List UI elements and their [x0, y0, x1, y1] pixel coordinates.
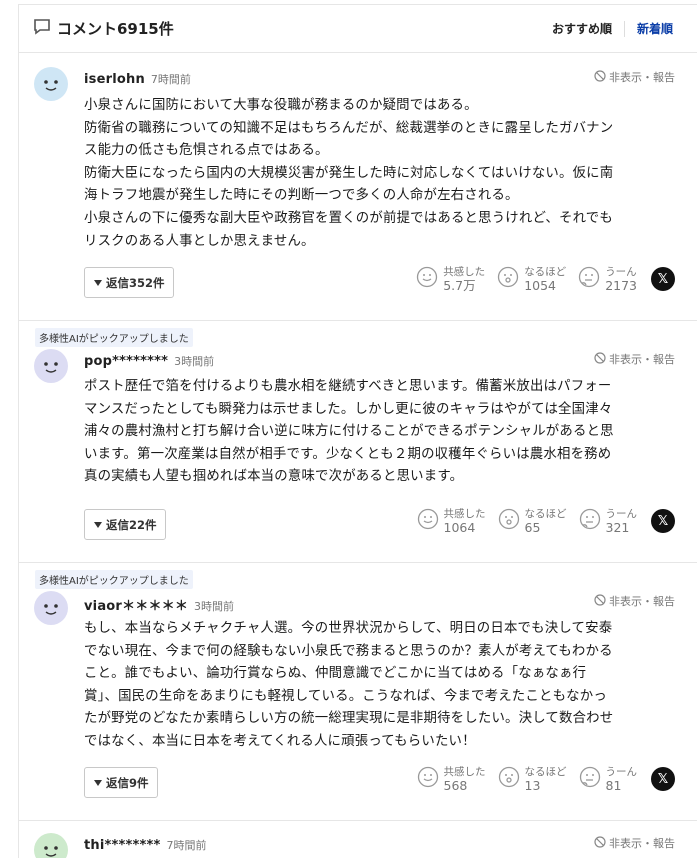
uun-label: うーん [605, 766, 638, 778]
x-logo-icon: 𝕏 [657, 771, 669, 787]
uun-count: 2173 [605, 278, 637, 293]
uun-button[interactable]: うーん 321 [579, 507, 638, 535]
uun-label: うーん [605, 508, 638, 520]
triangle-down-icon [93, 518, 103, 532]
uun-label: うーん [605, 266, 637, 278]
naruhodo-count: 65 [524, 520, 541, 535]
block-icon [594, 593, 606, 609]
empathy-button[interactable]: 共感した 1064 [417, 507, 486, 535]
thinking-face-icon [578, 266, 600, 292]
sort-recommended-button[interactable]: おすすめ順 [540, 20, 624, 37]
hide-report-link[interactable]: 非表示・報告 [594, 69, 675, 85]
thinking-face-icon [579, 508, 601, 534]
naruhodo-button[interactable]: なるほど 65 [498, 507, 567, 535]
empathy-label: 共感した [443, 766, 486, 778]
naruhodo-label: なるほど [524, 266, 567, 278]
comments-panel: コメント6915件 おすすめ順 新着順 iserlohn 7時間前 非表示・報告… [18, 4, 697, 858]
hide-report-label: 非表示・報告 [609, 71, 675, 84]
reaction-bar: 共感した 5.7万 なるほど 1054 うーん 2173 𝕏 [416, 265, 675, 293]
comment-username[interactable]: thi******** [84, 838, 161, 853]
x-logo-icon: 𝕏 [657, 271, 669, 287]
comments-title: コメント6915件 [33, 18, 174, 40]
hide-report-label: 非表示・報告 [609, 837, 675, 850]
comment-body: 小泉さんに国防において大事な役職が務まるのか疑問ではある。 防衛省の職務について… [84, 98, 614, 249]
comment-user-line: pop******** 3時間前 [84, 353, 214, 369]
thinking-face-icon [579, 766, 601, 792]
block-icon [594, 835, 606, 851]
hide-report-link[interactable]: 非表示・報告 [594, 351, 675, 367]
uun-button[interactable]: うーん 2173 [578, 265, 637, 293]
x-share-button[interactable]: 𝕏 [651, 509, 675, 533]
comments-count-title: コメント6915件 [57, 20, 174, 38]
hide-report-label: 非表示・報告 [609, 595, 675, 608]
comment-item: 多様性AIがピックアップしました pop******** 3時間前 非表示・報告… [19, 321, 697, 563]
x-share-button[interactable]: 𝕏 [651, 267, 675, 291]
reaction-bar: 共感した 1064 なるほど 65 うーん 321 𝕏 [417, 507, 675, 535]
surprised-face-icon [497, 266, 519, 292]
naruhodo-label: なるほど [524, 766, 567, 778]
reply-toggle-button[interactable]: 返信352件 [84, 267, 174, 298]
comment-user-line: thi******** 7時間前 [84, 837, 207, 853]
ai-pickup-badge: 多様性AIがピックアップしました [35, 328, 193, 347]
comment-time: 7時間前 [166, 839, 207, 852]
naruhodo-button[interactable]: なるほど 13 [498, 765, 567, 793]
x-logo-icon: 𝕏 [657, 513, 669, 529]
comment-item: 多様性AIがピックアップしました viaor＊＊＊＊＊ 3時間前 非表示・報告 … [19, 563, 697, 821]
reply-toggle-button[interactable]: 返信9件 [84, 767, 158, 798]
naruhodo-button[interactable]: なるほど 1054 [497, 265, 566, 293]
empathy-button[interactable]: 共感した 568 [417, 765, 486, 793]
empathy-count: 5.7万 [443, 278, 476, 293]
avatar[interactable] [34, 833, 68, 858]
empathy-label: 共感した [443, 508, 486, 520]
uun-button[interactable]: うーん 81 [579, 765, 638, 793]
naruhodo-label: なるほど [524, 508, 567, 520]
hide-report-link[interactable]: 非表示・報告 [594, 835, 675, 851]
comment-username[interactable]: iserlohn [84, 72, 145, 87]
comments-header: コメント6915件 おすすめ順 新着順 [19, 5, 697, 53]
sort-newest-button[interactable]: 新着順 [625, 20, 683, 37]
comment-time: 3時間前 [174, 355, 215, 368]
comment-item: thi******** 7時間前 非表示・報告 [19, 821, 697, 858]
hide-report-label: 非表示・報告 [609, 353, 675, 366]
comment-body: もし、本当ならメチャクチャ人選。今の世界状況からして、明日の日本でも決して安泰 … [84, 621, 614, 749]
smile-face-icon [417, 508, 439, 534]
avatar[interactable] [34, 349, 68, 383]
comment-user-line: iserlohn 7時間前 [84, 71, 191, 87]
smile-face-icon [416, 266, 438, 292]
ai-pickup-badge: 多様性AIがピックアップしました [35, 570, 193, 589]
naruhodo-count: 13 [524, 778, 541, 793]
empathy-label: 共感した [443, 266, 486, 278]
naruhodo-count: 1054 [524, 278, 556, 293]
block-icon [594, 351, 606, 367]
avatar[interactable] [34, 67, 68, 101]
comment-time: 7時間前 [150, 73, 191, 86]
avatar[interactable] [34, 591, 68, 625]
hide-report-link[interactable]: 非表示・報告 [594, 593, 675, 609]
triangle-down-icon [93, 276, 103, 290]
uun-count: 321 [605, 520, 630, 535]
reply-toggle-button[interactable]: 返信22件 [84, 509, 166, 540]
empathy-button[interactable]: 共感した 5.7万 [416, 265, 485, 293]
smile-face-icon [417, 766, 439, 792]
triangle-down-icon [93, 776, 103, 790]
comment-time: 3時間前 [194, 600, 235, 613]
comment-user-line: viaor＊＊＊＊＊ 3時間前 [84, 595, 234, 614]
reply-count-label: 返信352件 [106, 275, 165, 290]
block-icon [594, 69, 606, 85]
reaction-bar: 共感した 568 なるほど 13 うーん 81 𝕏 [417, 765, 675, 793]
comment-item: iserlohn 7時間前 非表示・報告 小泉さんに国防において大事な役職が務ま… [19, 53, 697, 321]
reply-count-label: 返信22件 [106, 517, 157, 532]
uun-count: 81 [605, 778, 622, 793]
comment-body: ポスト歴任で箔を付けるよりも農水相を継続すべきと思います。備蓄米放出はパフォー … [84, 379, 614, 485]
comment-username[interactable]: viaor＊＊＊＊＊ [84, 595, 188, 614]
reply-count-label: 返信9件 [106, 775, 149, 790]
x-share-button[interactable]: 𝕏 [651, 767, 675, 791]
surprised-face-icon [498, 766, 520, 792]
comment-username[interactable]: pop******** [84, 354, 168, 369]
speech-bubble-icon [33, 18, 51, 40]
sort-options: おすすめ順 新着順 [540, 20, 683, 37]
surprised-face-icon [498, 508, 520, 534]
empathy-count: 568 [443, 778, 468, 793]
empathy-count: 1064 [443, 520, 476, 535]
